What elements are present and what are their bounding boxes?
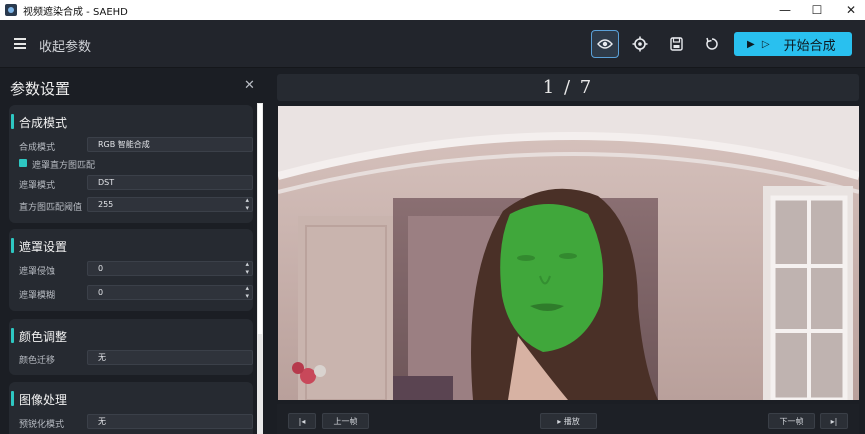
hist-match-checkbox[interactable] (19, 159, 27, 167)
toolbar-icon-group (586, 28, 732, 60)
preview-image (278, 106, 859, 400)
section-title: 图像处理 (10, 391, 68, 407)
section-title: 合成模式 (10, 114, 68, 130)
mask-blur-label: 遮罩模糊 (19, 291, 56, 301)
start-merge-label: 开始合成 (783, 38, 836, 54)
last-frame-button[interactable]: ▸| (820, 413, 848, 429)
mask-erode-spinbox[interactable]: 0 (87, 260, 253, 276)
composite-mode-label: 合成模式 (19, 143, 56, 153)
section-title: 颜色调整 (10, 328, 68, 344)
section-composite-mode: 合成模式 合成模式 RGB 智能合成 遮罩直方图匹配 遮罩模式 DST 直方图匹… (9, 105, 253, 223)
section-mask-settings: 遮罩设置 遮罩侵蚀 0 遮罩模糊 0 (9, 229, 253, 311)
side-panel-header: 参数设置 ✕ (0, 69, 266, 103)
minimize-icon: — (779, 3, 791, 17)
reset-button[interactable] (698, 30, 726, 58)
play-button[interactable]: ▸ 播放 (540, 413, 597, 429)
start-merge-button[interactable]: ▶ ▷ 开始合成 (734, 32, 852, 56)
sharpen-mode-label: 预锐化模式 (19, 420, 65, 430)
side-panel-scroll-thumb[interactable] (258, 104, 262, 334)
first-frame-button[interactable]: |◂ (288, 413, 316, 429)
color-transfer-label: 颜色迁移 (19, 356, 56, 366)
play-icon: ▶ ▷ (747, 38, 772, 50)
mask-erode-label: 遮罩侵蚀 (19, 267, 56, 277)
side-panel-close-button[interactable]: ✕ (244, 78, 255, 93)
playback-bar: |◂ 上一帧 ▸ 播放 下一帧 ▸| (277, 404, 859, 434)
close-window-button[interactable]: ✕ (834, 0, 865, 20)
hist-threshold-label: 直方图匹配阈值 (19, 203, 83, 213)
save-button[interactable] (662, 30, 690, 58)
next-frame-button[interactable]: 下一帧 (768, 413, 815, 429)
maximize-icon: ☐ (811, 3, 823, 17)
gear-icon (632, 36, 648, 52)
menu-icon[interactable] (14, 38, 26, 49)
preview-photo (278, 106, 859, 400)
section-image-processing: 图像处理 预锐化模式 无 (9, 382, 253, 434)
refresh-icon (706, 37, 718, 50)
mask-blur-spinbox[interactable]: 0 (87, 284, 253, 300)
eye-icon (597, 39, 613, 49)
sharpen-mode-select[interactable]: 无 (87, 414, 253, 429)
minimize-button[interactable]: — (768, 0, 802, 20)
composite-mode-select[interactable]: RGB 智能合成 (87, 137, 253, 152)
section-title: 遮罩设置 (10, 238, 68, 254)
hist-threshold-spinbox[interactable]: 255 (87, 196, 253, 212)
hist-match-label: 遮罩直方图匹配 (32, 161, 96, 171)
window-titlebar: 视频遮染合成 - SAEHD — ☐ ✕ (0, 0, 865, 20)
color-transfer-select[interactable]: 无 (87, 350, 253, 365)
settings-button[interactable] (626, 30, 654, 58)
collapse-params-button[interactable]: 收起参数 (39, 36, 91, 55)
side-panel[interactable]: 合成模式 合成模式 RGB 智能合成 遮罩直方图匹配 遮罩模式 DST 直方图匹… (0, 103, 266, 434)
side-panel-title: 参数设置 (10, 80, 71, 98)
mask-mode-select[interactable]: DST (87, 175, 253, 190)
mask-mode-label: 遮罩模式 (19, 181, 56, 191)
frame-counter: 1 / 7 (277, 74, 859, 101)
preview-toggle-button[interactable] (591, 30, 619, 58)
close-icon: ✕ (845, 3, 857, 17)
toolbar: 收起参数 ▶ ▷ 开始合成 (0, 20, 865, 68)
section-color-adjust: 颜色调整 颜色迁移 无 (9, 319, 253, 375)
window-title: 视频遮染合成 - SAEHD (23, 6, 128, 18)
maximize-button[interactable]: ☐ (800, 0, 834, 20)
prev-frame-button[interactable]: 上一帧 (322, 413, 369, 429)
app-icon (5, 4, 17, 16)
save-icon (669, 37, 683, 51)
